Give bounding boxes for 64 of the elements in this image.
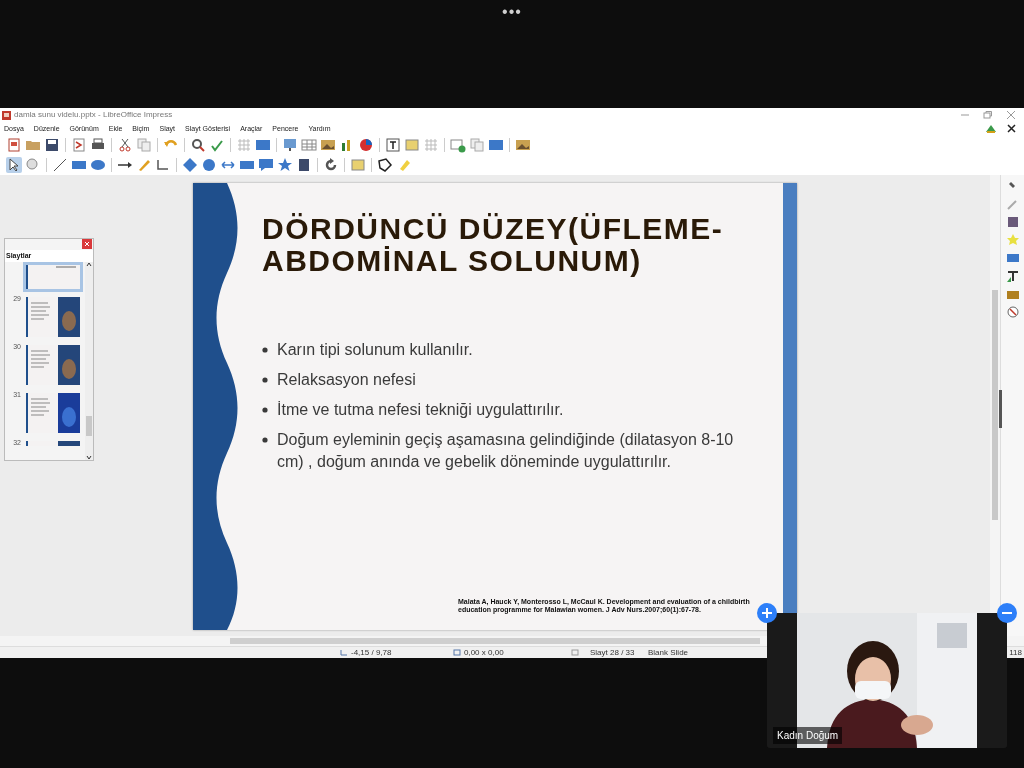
close-icon[interactable] xyxy=(1007,124,1016,133)
bullet-icon xyxy=(262,407,268,413)
sidebar-handle[interactable] xyxy=(999,390,1002,428)
restore-icon[interactable] xyxy=(983,111,993,119)
scissors-icon[interactable] xyxy=(117,137,133,153)
monitor-icon[interactable] xyxy=(282,137,298,153)
panel-scrollbar[interactable] xyxy=(85,262,93,460)
star-icon[interactable] xyxy=(277,157,293,173)
panel-icon[interactable] xyxy=(1005,251,1020,265)
add-slide-icon[interactable] xyxy=(450,137,466,153)
ellipse-icon[interactable] xyxy=(90,157,106,173)
slide-thumbnail[interactable] xyxy=(26,297,80,337)
text-style-icon[interactable] xyxy=(1005,269,1020,283)
diamond-icon[interactable] xyxy=(182,157,198,173)
update-icon[interactable] xyxy=(985,123,997,134)
compass-icon[interactable] xyxy=(1005,305,1020,319)
connector-icon[interactable] xyxy=(155,157,171,173)
image-icon[interactable] xyxy=(515,137,531,153)
participant-name: Kadın Doğum xyxy=(773,727,843,744)
position-icon xyxy=(340,649,348,656)
pdf-icon[interactable] xyxy=(71,137,87,153)
slide-icon[interactable] xyxy=(255,137,271,153)
line-icon[interactable] xyxy=(52,157,68,173)
slide-thumbnail[interactable] xyxy=(26,345,80,385)
textbox-icon[interactable] xyxy=(385,137,401,153)
more-options-button[interactable]: ••• xyxy=(502,4,522,20)
app-icon xyxy=(2,110,11,120)
slide-icon[interactable] xyxy=(488,137,504,153)
bullet-text: Karın tipi solunum kullanılır. xyxy=(277,340,474,360)
slide-title: DÖRDÜNCÜ DÜZEY(ÜFLEME-ABDOMİNAL SOLUNUM) xyxy=(262,213,725,277)
image-icon[interactable] xyxy=(320,137,336,153)
minus-icon xyxy=(1002,612,1012,614)
book-icon[interactable] xyxy=(1005,215,1020,229)
scroll-thumb[interactable] xyxy=(86,416,92,436)
object-size: 0,00 x 0,00 xyxy=(464,646,505,659)
scroll-thumb[interactable] xyxy=(230,638,760,644)
cursor-position: -4,15 / 9,78 xyxy=(351,646,393,659)
bullet-text: Doğum eyleminin geçiş aşamasına gelindiğinde (dilatasyon 8-10 cm) , doğum anında ve gebelik döneminde uygulattırılır. xyxy=(277,430,735,472)
magnifier-icon[interactable] xyxy=(190,137,206,153)
slide-thumbnail[interactable] xyxy=(26,265,80,289)
circle-icon[interactable] xyxy=(201,157,217,173)
star-icon[interactable] xyxy=(1005,233,1020,247)
save-icon[interactable] xyxy=(44,137,60,153)
bullet-icon xyxy=(262,347,268,353)
slide-thumbnail[interactable] xyxy=(26,393,80,433)
slide-number: Slayt 28 / 33 xyxy=(590,646,636,659)
polygon-icon[interactable] xyxy=(377,157,393,173)
slide-layout: Blank Slide xyxy=(648,646,690,659)
bullet-text: İtme ve tutma nefesi tekniği uygulattırılır. xyxy=(277,400,565,420)
slide-thumbnail[interactable] xyxy=(26,441,80,446)
plus-icon xyxy=(762,608,772,618)
scroll-thumb[interactable] xyxy=(992,290,998,520)
size-icon xyxy=(453,649,461,656)
bullet-icon xyxy=(262,377,268,383)
document-icon[interactable] xyxy=(6,137,22,153)
pie-icon[interactable] xyxy=(358,137,374,153)
zoom-level: 118 xyxy=(1009,646,1023,659)
bullet-text: Relaksasyon nefesi xyxy=(277,370,417,390)
rotate-icon[interactable] xyxy=(323,157,339,173)
window-title: damla sunu videlu.pptx - LibreOffice Impress xyxy=(14,109,174,121)
bullet-icon xyxy=(262,437,268,443)
pointer-icon[interactable] xyxy=(6,157,22,173)
document-status-icon xyxy=(571,649,579,656)
speech-bubble-icon[interactable] xyxy=(258,157,274,173)
